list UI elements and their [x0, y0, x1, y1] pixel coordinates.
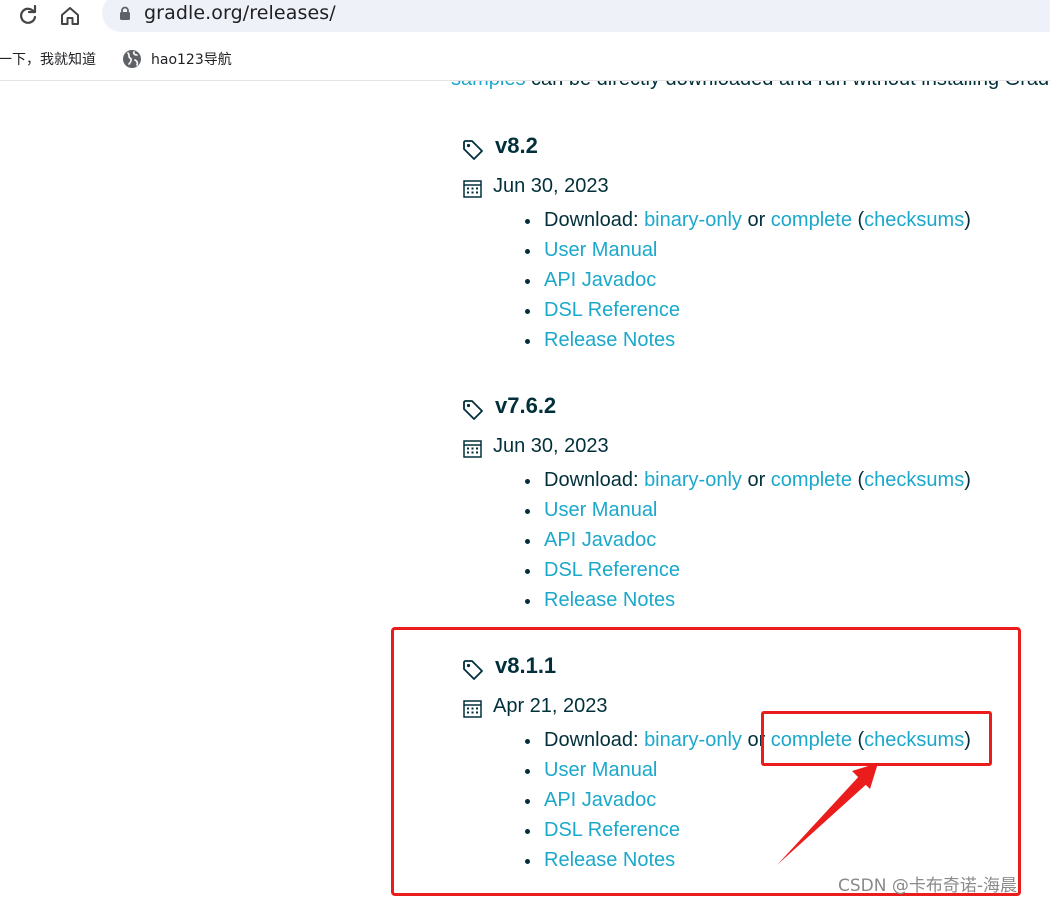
release-date: Jun 30, 2023 [493, 435, 609, 457]
close-paren: ) [964, 469, 971, 491]
bookmark-hao123-label: hao123导航 [151, 52, 232, 68]
watermark: CSDN @卡布奇诺-海晨 [838, 876, 1018, 896]
intro-text: samples can be directly downloaded and r… [451, 81, 1050, 91]
globe-icon [123, 50, 141, 68]
complete-link[interactable]: complete [771, 209, 852, 231]
dsl-reference-link[interactable]: DSL Reference [544, 559, 680, 581]
list-item: DSL Reference [520, 295, 971, 325]
intro-text-body: can be directly downloaded and run witho… [525, 81, 1050, 90]
bookmarks-bar: 一下，我就知道 hao123导航 [0, 40, 1050, 81]
calendar-icon [463, 440, 482, 458]
open-paren: ( [851, 469, 865, 491]
checksums-link[interactable]: checksums [864, 469, 964, 491]
dsl-reference-link[interactable]: DSL Reference [544, 299, 680, 321]
calendar-icon [463, 180, 482, 198]
annotation-box-complete [761, 711, 992, 766]
list-item: Release Notes [520, 325, 971, 355]
home-icon[interactable] [58, 4, 82, 28]
release-links: Download: binary-only or complete (check… [520, 205, 971, 355]
list-item: API Javadoc [520, 265, 971, 295]
lock-icon[interactable] [118, 6, 132, 20]
release-version: v8.2 [495, 133, 538, 158]
checksums-link[interactable]: checksums [864, 209, 964, 231]
list-item: User Manual [520, 235, 971, 265]
url-text: gradle.org/releases/ [144, 2, 336, 24]
binary-only-link[interactable]: binary-only [644, 469, 742, 491]
release-version: v7.6.2 [495, 393, 557, 418]
list-item: API Javadoc [520, 525, 971, 555]
page-content: samples can be directly downloaded and r… [0, 81, 1050, 901]
user-manual-link[interactable]: User Manual [544, 499, 657, 521]
api-javadoc-link[interactable]: API Javadoc [544, 269, 656, 291]
or-text: or [741, 469, 771, 491]
release-notes-link[interactable]: Release Notes [544, 329, 675, 351]
list-item: User Manual [520, 495, 971, 525]
user-manual-link[interactable]: User Manual [544, 239, 657, 261]
bookmark-baidu[interactable]: 一下，我就知道 [0, 49, 96, 69]
release-notes-link[interactable]: Release Notes [544, 589, 675, 611]
tag-icon [463, 400, 483, 420]
browser-toolbar: gradle.org/releases/ [0, 0, 1050, 40]
download-label: Download: [544, 469, 645, 491]
release-block: v8.2 Jun 30, 2023 Download: binary-only … [460, 131, 1040, 371]
or-text: or [741, 209, 771, 231]
binary-only-link[interactable]: binary-only [644, 209, 742, 231]
reload-icon[interactable] [16, 4, 40, 28]
list-item: Release Notes [520, 585, 971, 615]
download-label: Download: [544, 209, 645, 231]
release-date: Jun 30, 2023 [493, 175, 609, 197]
api-javadoc-link[interactable]: API Javadoc [544, 529, 656, 551]
list-item: DSL Reference [520, 555, 971, 585]
download-item: Download: binary-only or complete (check… [520, 465, 971, 495]
tag-icon [463, 140, 483, 160]
complete-link[interactable]: complete [771, 469, 852, 491]
samples-link[interactable]: samples [451, 81, 525, 90]
page: gradle.org/releases/ 一下，我就知道 hao123导航 sa… [0, 0, 1050, 901]
release-block: v7.6.2 Jun 30, 2023 Download: binary-onl… [460, 391, 1040, 631]
download-item: Download: binary-only or complete (check… [520, 205, 971, 235]
close-paren: ) [964, 209, 971, 231]
release-links: Download: binary-only or complete (check… [520, 465, 971, 615]
open-paren: ( [851, 209, 865, 231]
address-bar[interactable]: gradle.org/releases/ [102, 0, 1050, 32]
